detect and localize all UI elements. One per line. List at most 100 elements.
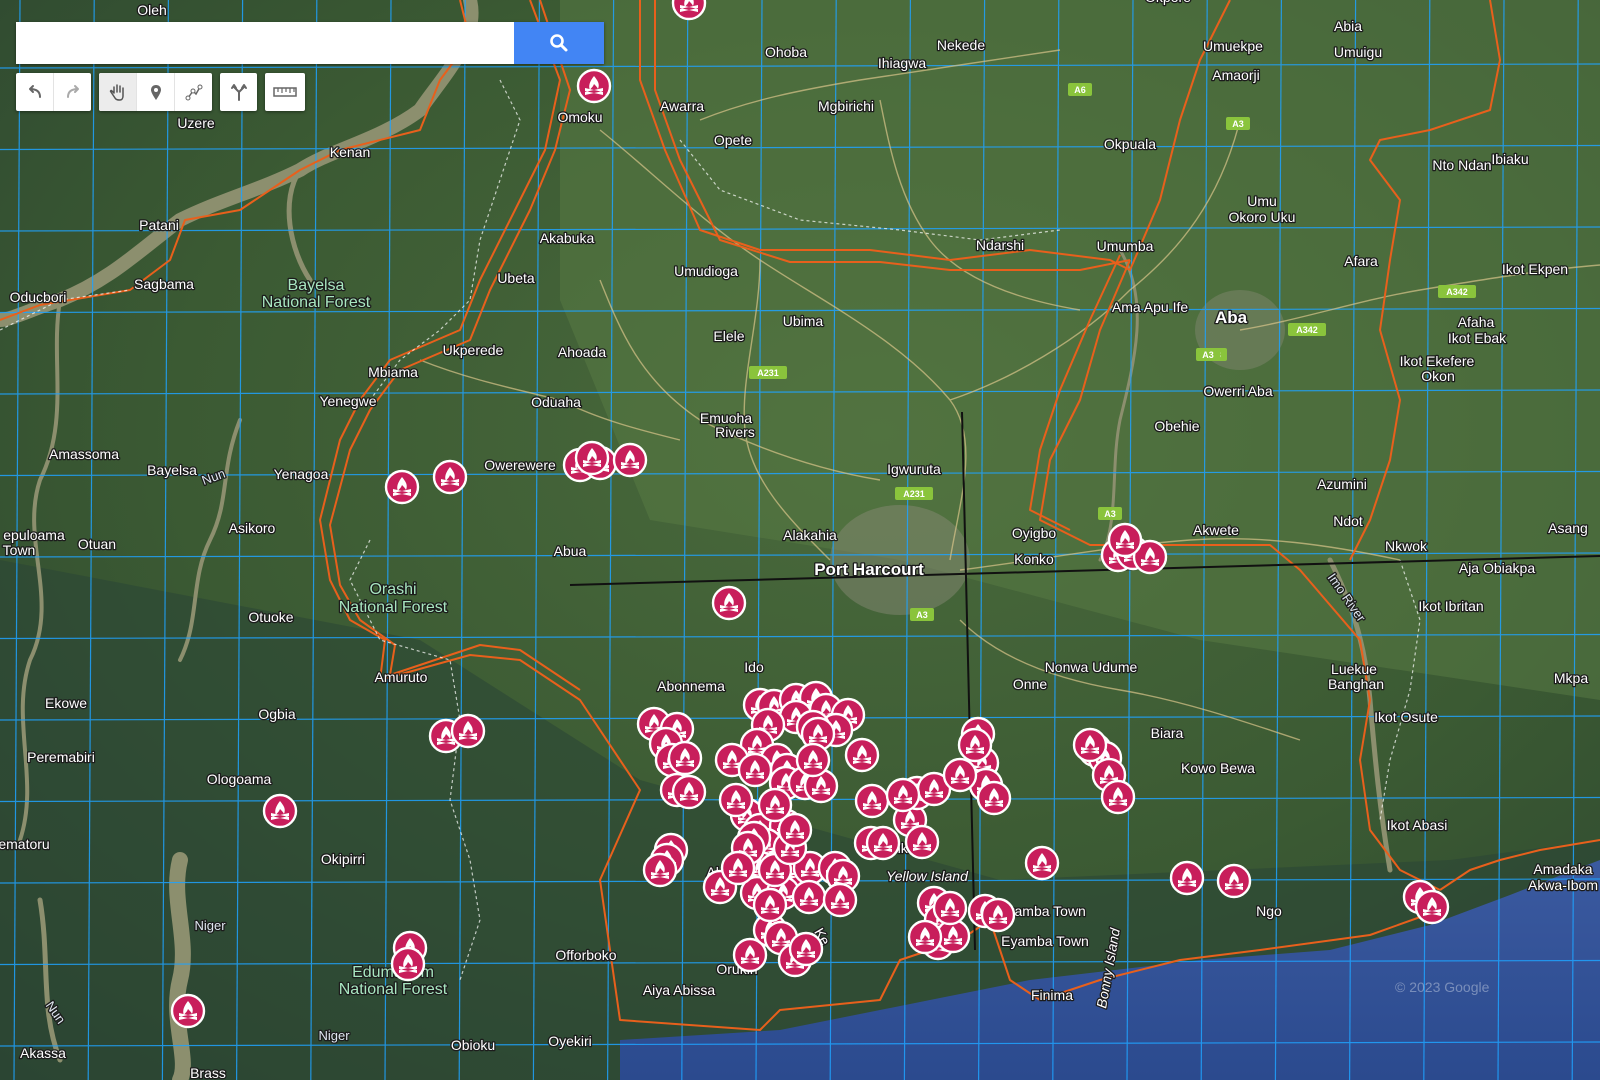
campfire-marker[interactable] bbox=[170, 993, 206, 1029]
road-shield: A3 bbox=[910, 608, 934, 621]
place-label: Ekowe bbox=[45, 695, 87, 711]
directions-button[interactable] bbox=[220, 73, 257, 111]
campfire-marker[interactable] bbox=[822, 882, 858, 918]
campfire-marker[interactable] bbox=[942, 757, 978, 793]
place-label: Obehie bbox=[1154, 418, 1199, 434]
draw-line-button[interactable] bbox=[175, 73, 212, 111]
place-label: Igwuruta bbox=[887, 461, 941, 477]
place-label: Abua bbox=[554, 543, 587, 559]
campfire-marker[interactable] bbox=[795, 742, 831, 778]
campfire-marker[interactable] bbox=[777, 812, 813, 848]
campfire-marker[interactable] bbox=[612, 442, 648, 478]
place-label: Onne bbox=[1013, 676, 1047, 692]
campfire-marker[interactable] bbox=[1414, 889, 1450, 925]
place-label: Abia bbox=[1334, 18, 1362, 34]
campfire-marker[interactable] bbox=[671, 774, 707, 810]
place-label: Luekue bbox=[1331, 661, 1377, 677]
place-label: Abonnema bbox=[657, 678, 725, 694]
campfire-marker[interactable] bbox=[718, 782, 754, 818]
search-button[interactable] bbox=[514, 22, 604, 64]
campfire-marker[interactable] bbox=[576, 68, 612, 104]
campfire-marker[interactable] bbox=[907, 919, 943, 955]
campfire-marker[interactable] bbox=[1107, 522, 1143, 558]
campfire-marker[interactable] bbox=[885, 777, 921, 813]
place-label: Obioku bbox=[451, 1037, 495, 1053]
campfire-marker[interactable] bbox=[791, 879, 827, 915]
place-label: Patani bbox=[139, 217, 179, 233]
place-label: Ikot Ekpen bbox=[1502, 261, 1568, 277]
campfire-marker[interactable] bbox=[865, 825, 901, 861]
road-shield: A231 bbox=[895, 487, 933, 500]
map-toolbar bbox=[16, 73, 305, 111]
campfire-marker[interactable] bbox=[574, 440, 610, 476]
road-shield: A342 bbox=[1288, 323, 1326, 336]
campfire-marker[interactable] bbox=[384, 469, 420, 505]
place-label: Offorboko bbox=[555, 947, 616, 963]
place-label: Ihiagwa bbox=[878, 55, 926, 71]
place-label: Asang bbox=[1548, 520, 1588, 536]
place-label: Mgbirichi bbox=[818, 98, 874, 114]
place-label: Ukperede bbox=[443, 342, 504, 358]
measure-button[interactable] bbox=[265, 73, 305, 111]
campfire-marker[interactable] bbox=[932, 890, 968, 926]
place-label: Nkwok bbox=[1385, 538, 1428, 554]
campfire-marker[interactable] bbox=[720, 850, 756, 886]
place-label: Kowo Bewa bbox=[1181, 760, 1255, 776]
redo-button[interactable] bbox=[54, 73, 91, 111]
campfire-marker[interactable] bbox=[1024, 845, 1060, 881]
place-label: Akwete bbox=[1193, 522, 1239, 538]
search-icon bbox=[550, 34, 568, 52]
campfire-marker[interactable] bbox=[390, 946, 426, 982]
place-label: Niger bbox=[318, 1028, 350, 1043]
copyright-text: © 2023 Google bbox=[1395, 979, 1490, 995]
place-label: Akassa bbox=[20, 1045, 66, 1061]
undo-icon bbox=[28, 85, 41, 98]
campfire-marker[interactable] bbox=[904, 824, 940, 860]
campfire-marker[interactable] bbox=[788, 931, 824, 967]
place-label: Nekede bbox=[937, 37, 985, 53]
place-label: Aba bbox=[1215, 308, 1248, 327]
pan-button[interactable] bbox=[99, 73, 137, 111]
place-label: Ikot Ibritan bbox=[1418, 598, 1483, 614]
place-label: epuloama bbox=[3, 527, 65, 543]
campfire-marker[interactable] bbox=[980, 897, 1016, 933]
campfire-marker[interactable] bbox=[854, 783, 890, 819]
campfire-marker[interactable] bbox=[432, 459, 468, 495]
place-label: Alakahia bbox=[783, 527, 837, 543]
campfire-marker[interactable] bbox=[1072, 727, 1108, 763]
place-label: Akabuka bbox=[540, 230, 595, 246]
add-marker-button[interactable] bbox=[137, 73, 175, 111]
campfire-marker[interactable] bbox=[737, 752, 773, 788]
place-label: Eyamba Town bbox=[1001, 933, 1089, 949]
campfire-marker[interactable] bbox=[450, 713, 486, 749]
place-label: Ama Apu Ife bbox=[1112, 299, 1188, 315]
campfire-marker[interactable] bbox=[1100, 779, 1136, 815]
place-label: Aja Obiakpa bbox=[1459, 560, 1535, 576]
campfire-marker[interactable] bbox=[667, 740, 703, 776]
place-label: Biara bbox=[1151, 725, 1184, 741]
campfire-marker[interactable] bbox=[711, 585, 747, 621]
campfire-marker[interactable] bbox=[976, 780, 1012, 816]
place-label: Niger bbox=[194, 918, 226, 933]
campfire-marker[interactable] bbox=[262, 793, 298, 829]
place-label: Town bbox=[3, 542, 36, 558]
hand-icon bbox=[109, 84, 124, 101]
place-label: Brass bbox=[190, 1065, 226, 1080]
search-input[interactable] bbox=[16, 22, 514, 64]
campfire-marker[interactable] bbox=[1216, 863, 1252, 899]
place-label: Kenan bbox=[330, 144, 370, 160]
undo-button[interactable] bbox=[16, 73, 54, 111]
satellite-map[interactable]: Oleh Omoku Ohoba Nekede Ihiagwa Okpore Abia Umu… bbox=[0, 0, 1600, 1080]
campfire-marker[interactable] bbox=[642, 852, 678, 888]
place-label: Finima bbox=[1031, 987, 1073, 1003]
campfire-marker[interactable] bbox=[1169, 860, 1205, 896]
campfire-marker[interactable] bbox=[752, 887, 788, 923]
campfire-marker[interactable] bbox=[732, 937, 768, 973]
campfire-marker[interactable] bbox=[844, 737, 880, 773]
campfire-marker[interactable] bbox=[957, 727, 993, 763]
place-label: Bayelsa bbox=[288, 277, 345, 294]
road-shield-label: A3 bbox=[1104, 509, 1116, 519]
place-label: Umu bbox=[1247, 193, 1277, 209]
line-icon bbox=[185, 84, 202, 101]
place-label: Okoro Uku bbox=[1229, 209, 1296, 225]
